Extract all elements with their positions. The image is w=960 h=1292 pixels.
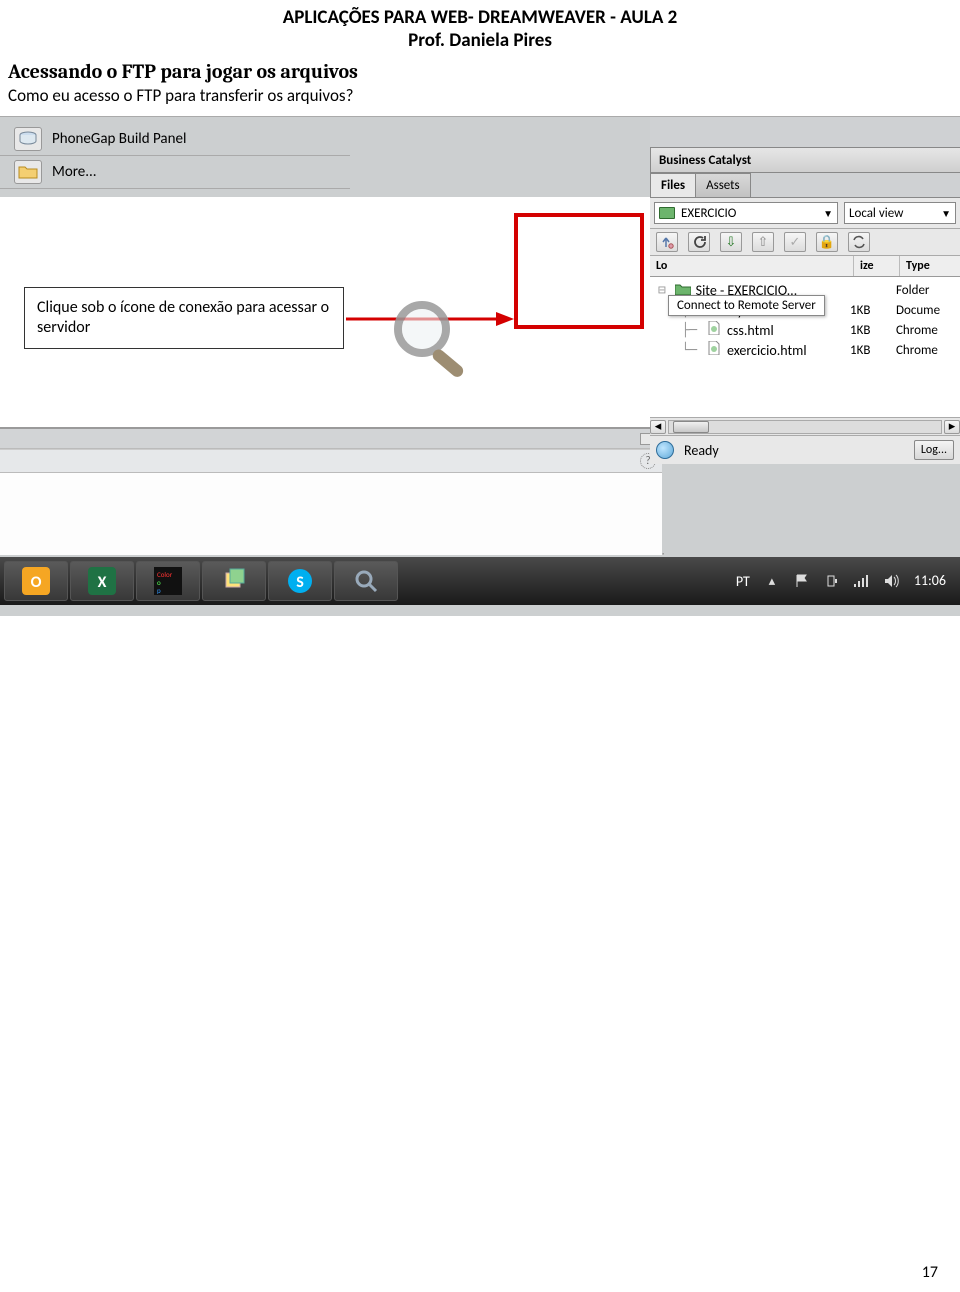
col-size-header[interactable]: ize [854,256,900,276]
sync-button[interactable] [848,232,870,252]
file-row[interactable]: └─ exercicio.html 1KB Chrome [650,340,960,360]
checkin-button[interactable]: 🔒 [816,232,838,252]
panel-item-label: More... [52,163,97,181]
chevron-down-icon: ▼ [941,207,951,220]
scroll-track[interactable] [668,420,942,434]
panel-item-more[interactable]: More... [0,156,350,189]
doc-title-line2: Prof. Daniela Pires [0,29,960,52]
folder-green-icon [659,207,675,219]
windows-taskbar: O X Colorop S PT ▴ [0,557,960,605]
files-status-bar: Ready Log... [650,435,960,464]
file-type: Chrome [896,323,956,338]
page-number: 17 [922,1263,938,1282]
html-file-icon [705,321,723,339]
taskbar-color-icon[interactable]: Colorop [136,561,200,601]
scroll-right-button[interactable]: ▸ [944,420,960,434]
taskbar-clock[interactable]: 11:06 [914,573,946,588]
taskbar-notes-icon[interactable] [202,561,266,601]
properties-body [0,473,662,555]
disk-icon [14,127,42,151]
taskbar-magnifier-icon[interactable] [334,561,398,601]
flag-icon[interactable] [794,573,810,589]
file-type: Chrome [896,343,956,358]
folder-icon [14,160,42,184]
connect-button[interactable] [656,232,678,252]
scroll-left-button[interactable]: ◂ [650,420,666,434]
svg-text:X: X [98,573,107,592]
callout-box: Clique sob o ícone de conexão para acess… [24,287,344,349]
file-type: Folder [896,283,956,298]
clock-time: 11:06 [914,573,946,588]
col-type-header[interactable]: Type [900,256,960,276]
tray-up-icon[interactable]: ▴ [764,573,780,589]
site-dropdown[interactable]: EXERCICIO ▼ [654,202,838,224]
checkout-button[interactable]: ✓ [784,232,806,252]
taskbar-apps: O X Colorop S [0,561,398,601]
business-catalyst-panel-bar[interactable]: Business Catalyst [650,147,960,173]
file-row[interactable]: ├─ css.html 1KB Chrome [650,320,960,340]
section-subtitle: Como eu acesso o FTP para transferir os … [8,85,960,106]
tab-files[interactable]: Files [650,173,696,197]
taskbar-excel-icon[interactable]: X [70,561,134,601]
files-panel-tabs: Files Assets [650,173,960,198]
site-dropdown-value: EXERCICIO [681,206,736,221]
taskbar-skype-icon[interactable]: S [268,561,332,601]
log-button[interactable]: Log... [914,440,954,460]
business-catalyst-label: Business Catalyst [659,153,751,168]
view-dropdown[interactable]: Local view ▼ [844,202,956,224]
svg-text:S: S [296,573,304,592]
view-dropdown-value: Local view [849,206,903,221]
panel-item-phonegap[interactable]: PhoneGap Build Panel [0,123,350,156]
lang-indicator[interactable]: PT [736,573,750,590]
file-type: Docume [896,303,956,318]
callout-text: Clique sob o ícone de conexão para acess… [37,298,329,337]
right-panel-group: Business Catalyst Files Assets EXERCICIO… [650,117,960,464]
power-icon[interactable] [824,573,840,589]
network-icon[interactable] [854,573,870,589]
system-tray: PT ▴ 11:06 [736,573,960,590]
file-size: 1KB [850,343,896,358]
refresh-button[interactable] [688,232,710,252]
red-highlight-box [514,213,644,329]
file-list-header: Lo ize Type [650,256,960,277]
file-size: 1KB [850,303,896,318]
file-list-hscroll[interactable]: ◂ ▸ [650,417,960,435]
tooltip-text: Connect to Remote Server [677,298,816,313]
doc-title-line1: APLICAÇÕES PARA WEB- DREAMWEAVER - AULA … [0,6,960,29]
svg-text:O: O [31,573,42,592]
chevron-down-icon: ▼ [823,207,833,220]
page-header: APLICAÇÕES PARA WEB- DREAMWEAVER - AULA … [0,0,960,52]
put-button[interactable]: ⇧ [752,232,774,252]
panel-item-label: PhoneGap Build Panel [52,130,186,148]
col-name-header[interactable]: Lo [650,256,854,276]
file-name: css.html [727,322,850,339]
scroll-thumb[interactable] [673,421,709,433]
magnifier-icon [390,297,480,387]
globe-icon [656,441,674,459]
status-text: Ready [684,442,719,459]
left-panel: PhoneGap Build Panel More... [0,123,350,189]
file-size: 1KB [850,323,896,338]
panel-divider [0,427,662,449]
file-name: exercicio.html [727,342,850,359]
svg-text:p: p [157,586,161,595]
taskbar-outlook-icon[interactable]: O [4,561,68,601]
dreamweaver-screenshot: PhoneGap Build Panel More... Clique sob … [0,116,960,616]
site-selector-row: EXERCICIO ▼ Local view ▼ [650,198,960,229]
section-title: Acessando o FTP para jogar os arquivos [8,60,960,83]
html-file-icon [705,341,723,359]
volume-icon[interactable] [884,573,900,589]
connect-tooltip: Connect to Remote Server [668,295,825,316]
tab-assets[interactable]: Assets [695,173,751,197]
properties-bar: ? [0,449,662,473]
get-button[interactable]: ⇩ [720,232,742,252]
files-toolbar: ⇩ ⇧ ✓ 🔒 [650,229,960,256]
